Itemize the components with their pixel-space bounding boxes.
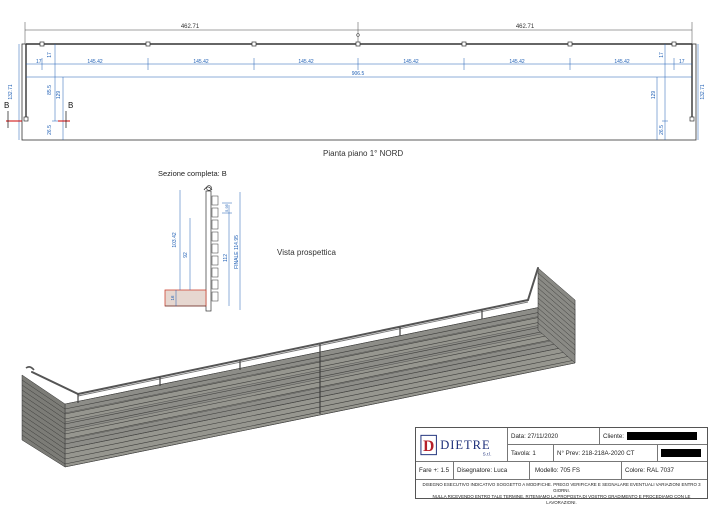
dim-span-3: 145.42 [298,59,314,65]
dim-left-inner: 129 [56,91,62,100]
dim-section-small-top: 5.95 [224,203,229,212]
dim-left-top: 17 [47,52,53,58]
plan-outline [21,43,697,141]
section-mark-left: B [4,101,9,110]
dim-left-bottom: 26.5 [47,125,53,135]
plan-title: Pianta piano 1° NORD [323,149,403,158]
disclaimer: DISEGNO ESECUTIVO INDICATIVO SOGGETTO A … [416,480,707,505]
color-cell: Colore: RAL 7037 [622,462,707,480]
dim-end-left: 17 [36,59,42,65]
disclaimer-line-1: DISEGNO ESECUTIVO INDICATIVO SOGGETTO A … [422,482,701,493]
dim-total: 906.5 [352,71,365,77]
client-redaction [626,432,697,440]
date-cell: Data: 27/11/2020 [508,428,600,445]
date-label: Data: 27/11/2020 [511,432,559,440]
dim-right-inner: 129 [651,91,657,100]
table-cell: Tavola: 1 [508,445,554,462]
prev-redact-cell [658,445,707,462]
drawing-sheet: 462.71 462.71 17 17 145.42 145.42 145.42… [4,22,706,468]
left-return-panel [21,374,66,468]
logo-letter: D [423,437,434,454]
prev-cell: N° Prev: 218-218A-2020 CT [554,445,658,462]
company-suffix: S.r.l. [483,451,492,456]
section-view: Sezione completa: B 103.42 92 112 FINALE… [158,169,241,312]
dim-half-right: 462.71 [516,24,535,30]
dim-right-depth: 132.71 [700,84,706,100]
scale-label: Fare +: 1.5 [419,467,450,474]
title-block: D DIETRE S.r.l. Data: 27/11/2020 Cliente… [415,427,708,505]
prev-redaction [661,449,701,457]
company-name: DIETRE [440,437,490,451]
dim-span-5: 145.42 [509,59,525,65]
section-slats [211,195,219,302]
designer-cell: Disegnatore: Luca [454,462,530,480]
dim-end-right: 17 [679,59,685,65]
dim-span-4: 145.42 [403,59,419,65]
designer-label: Disegnatore: Luca [457,467,508,474]
disclaimer-line-2: NULLA RICEVENDO ENTRO TALE TERMINE, RITE… [432,494,691,505]
dim-section-base: 16 [170,295,175,301]
plan-view: 462.71 462.71 17 17 145.42 145.42 145.42… [4,22,706,141]
view-title: Vista prospettica [277,248,337,257]
dim-span-2: 145.42 [193,59,209,65]
prev-label: N° Prev: 218-218A-2020 CT [557,449,635,457]
logo-cell: D DIETRE S.r.l. [416,428,508,462]
dim-section-finish: FINALE 114.95 [234,235,240,269]
client-cell: Cliente: [600,428,707,445]
client-label: Cliente: [603,432,624,440]
dim-section-overall: 103.42 [172,232,178,248]
plan-posts [23,41,695,122]
section-mark-right: B [68,101,73,110]
dim-right-top: 17 [659,52,665,58]
dim-span-6: 145.42 [614,59,630,65]
model-cell: Modello: 705 FS [530,462,622,480]
dim-section-right: 112 [223,254,229,262]
dim-left-mid: 85.5 [47,85,53,95]
scale-cell: Fare +: 1.5 [416,462,454,480]
color-label: Colore: RAL 7037 [625,467,674,474]
dim-span-1: 145.42 [87,59,103,65]
section-title: Sezione completa: B [158,169,227,178]
dim-left-depth: 132.71 [8,84,14,100]
dim-right-bottom: 26.5 [659,125,665,135]
table-label: Tavola: 1 [511,449,536,457]
dim-half-left: 462.71 [181,24,200,30]
dietre-logo: D DIETRE S.r.l. [420,434,492,456]
dim-section-inner: 92 [183,252,189,258]
model-label: Modello: 705 FS [535,467,581,474]
